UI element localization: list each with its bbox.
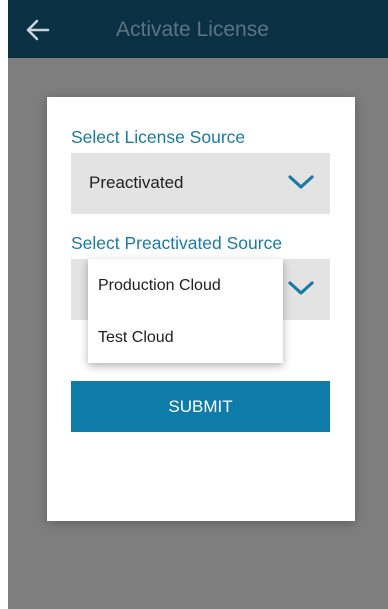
- page-title: Activate License: [116, 18, 269, 41]
- back-button[interactable]: [22, 14, 54, 46]
- license-source-value: Preactivated: [89, 173, 184, 192]
- submit-button[interactable]: SUBMIT: [71, 381, 330, 432]
- app-bar: Activate License: [8, 0, 388, 58]
- chevron-down-icon: [288, 175, 314, 189]
- dropdown-option-production-cloud[interactable]: Production Cloud: [98, 277, 221, 295]
- screen: Activate License Select License Source P…: [0, 0, 388, 609]
- license-source-label: Select License Source: [71, 127, 246, 147]
- preactivated-source-dropdown: Production Cloud Test Cloud: [88, 259, 283, 363]
- license-source-select[interactable]: Preactivated: [71, 153, 330, 214]
- arrow-left-icon: [26, 19, 50, 41]
- chevron-down-icon: [288, 281, 314, 295]
- dropdown-option-test-cloud[interactable]: Test Cloud: [98, 329, 174, 347]
- preactivated-source-label: Select Preactivated Source: [71, 233, 283, 253]
